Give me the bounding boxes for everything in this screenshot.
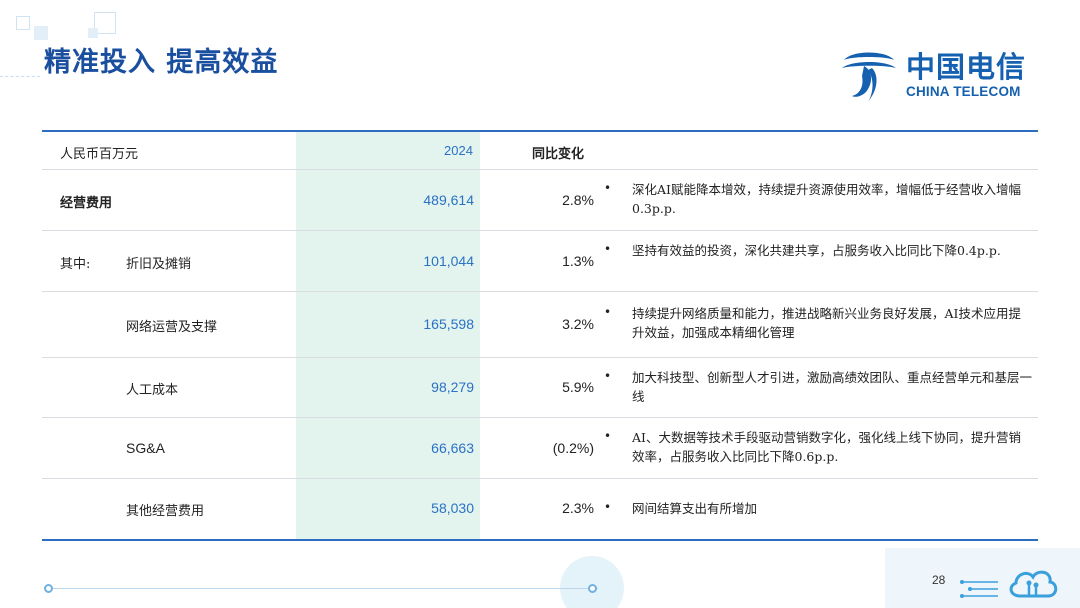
row-note: 坚持有效益的投资，深化共建共享，占服务收入比同比下降0.4p.p. — [632, 243, 1001, 258]
header-unit: 人民币百万元 — [60, 147, 139, 162]
decor-square — [16, 16, 30, 30]
table-bottom-rule — [42, 539, 1038, 541]
row-change: 1.3% — [562, 253, 594, 269]
table-row: 经营费用 489,614 2.8% • 深化AI赋能降本增效，持续提升资源使用效… — [42, 170, 1038, 231]
row-value: 66,663 — [431, 440, 474, 456]
row-label: SG&A — [126, 440, 165, 456]
page-title: 精准投入 提高效益 — [44, 47, 279, 78]
circuit-lines-icon — [960, 580, 998, 598]
table-row: SG&A 66,663 (0.2%) • AI、大数据等技术手段驱动营销数字化，… — [42, 418, 1038, 479]
bullet-icon: • — [604, 305, 612, 319]
decor-dotted-line — [0, 76, 40, 77]
decor-square — [88, 28, 98, 38]
bullet-icon: • — [604, 500, 612, 514]
row-label: 折旧及摊销 — [126, 257, 192, 272]
row-note: 持续提升网络质量和能力，推进战略新兴业务良好发展，AI技术应用提升效益，加强成本… — [632, 306, 1021, 340]
row-group-label: 其中: — [60, 257, 91, 272]
row-label: 网络运营及支撑 — [126, 320, 218, 335]
footer-dot — [588, 584, 597, 593]
header-yoy-change: 同比变化 — [532, 147, 585, 162]
china-telecom-logo-icon — [842, 52, 896, 102]
row-label: 经营费用 — [60, 196, 113, 211]
row-change: 2.3% — [562, 500, 594, 516]
row-value: 101,044 — [423, 253, 474, 269]
row-note: 深化AI赋能降本增效，持续提升资源使用效率，增幅低于经营收入增幅0.3p.p. — [632, 182, 1021, 216]
row-change: 5.9% — [562, 379, 594, 395]
row-value: 165,598 — [423, 316, 474, 332]
row-change: 3.2% — [562, 316, 594, 332]
row-label: 其他经营费用 — [126, 504, 205, 519]
table-row: 其中: 折旧及摊销 101,044 1.3% • 坚持有效益的投资，深化共建共享… — [42, 231, 1038, 292]
row-note: 网间结算支出有所增加 — [632, 501, 758, 516]
logo-chinese-text: 中国电信 — [906, 50, 1027, 84]
footer-decor-circle — [560, 556, 624, 608]
row-change: 2.8% — [562, 192, 594, 208]
table-header-row: 人民币百万元 2024 同比变化 — [42, 132, 1038, 170]
footer-line — [48, 588, 598, 589]
row-label: 人工成本 — [126, 383, 179, 398]
logo-english-text: CHINA TELECOM — [906, 84, 1021, 99]
row-note: AI、大数据等技术手段驱动营销数字化，强化线上线下协同，提升营销效率，占服务收入… — [632, 430, 1021, 464]
table-row: 其他经营费用 58,030 2.3% • 网间结算支出有所增加 — [42, 479, 1038, 539]
china-telecom-logo: 中国电信 CHINA TELECOM — [838, 44, 1038, 102]
decor-square — [34, 26, 48, 40]
row-value: 98,279 — [431, 379, 474, 395]
bullet-icon: • — [604, 369, 612, 383]
header-year: 2024 — [444, 143, 473, 158]
bullet-icon: • — [604, 181, 612, 195]
row-value: 489,614 — [423, 192, 474, 208]
bullet-icon: • — [604, 429, 612, 443]
row-note: 加大科技型、创新型人才引进，激励高绩效团队、重点经营单元和基层一线 — [632, 370, 1033, 404]
row-change: (0.2%) — [552, 440, 594, 456]
table-row: 人工成本 98,279 5.9% • 加大科技型、创新型人才引进，激励高绩效团队… — [42, 358, 1038, 418]
cloud-network-icon — [1009, 570, 1058, 598]
footer-dot — [44, 584, 53, 593]
bullet-icon: • — [604, 242, 612, 256]
row-value: 58,030 — [431, 500, 474, 516]
table-row: 网络运营及支撑 165,598 3.2% • 持续提升网络质量和能力，推进战略新… — [42, 292, 1038, 358]
page-number: 28 — [932, 573, 946, 587]
